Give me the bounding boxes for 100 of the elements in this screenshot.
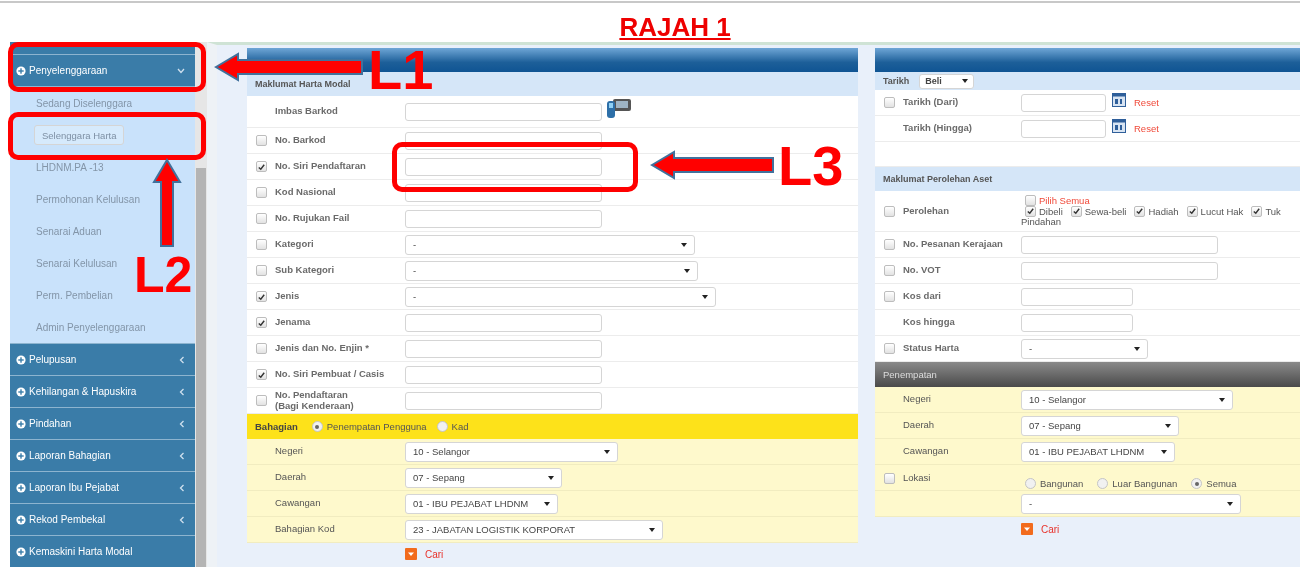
menu-item[interactable]: Perm. Pembelian (34, 287, 115, 303)
search-button[interactable]: Cari (405, 548, 444, 560)
checkbox[interactable] (255, 291, 267, 302)
select-all-link[interactable]: Pilih Semua (1039, 194, 1090, 206)
checkbox[interactable] (883, 343, 895, 354)
field-label: Status Harta (903, 343, 960, 354)
dropdown[interactable]: 01 - IBU PEJABAT LHDNM (1021, 441, 1175, 462)
field-label: Cawangan (903, 446, 950, 457)
callout-label: L3 (778, 138, 844, 194)
menu-item[interactable]: Selenggara Harta (34, 125, 125, 145)
radio-button[interactable] (1025, 478, 1036, 489)
menu-item[interactable]: Senarai Aduan (34, 223, 104, 239)
field-label: Tarikh (883, 76, 910, 86)
checkbox[interactable] (883, 239, 895, 250)
option-label: Bangunan (1040, 478, 1084, 489)
input-field[interactable] (1021, 287, 1133, 306)
caret-icon (544, 500, 550, 507)
caret-icon (1134, 345, 1140, 352)
checkbox[interactable] (255, 343, 267, 354)
dropdown[interactable]: 07 - Sepang (405, 467, 562, 488)
search-button[interactable]: Cari (1021, 523, 1060, 535)
menu-item[interactable]: Sedang Diselenggara (34, 95, 135, 111)
checkbox[interactable] (255, 369, 267, 380)
input-field[interactable] (405, 209, 602, 228)
checkbox[interactable] (883, 291, 895, 302)
checkbox[interactable] (255, 187, 267, 198)
caret-icon (684, 267, 690, 274)
checkbox[interactable] (255, 161, 267, 172)
barcode-scanner-icon[interactable] (606, 96, 632, 119)
circle-plus-icon (16, 546, 26, 557)
field-label: Lokasi (903, 473, 932, 484)
caret-icon (548, 474, 554, 481)
checkbox[interactable] (1025, 194, 1036, 206)
checkbox[interactable] (255, 395, 267, 406)
dropdown[interactable]: 07 - Sepang (1021, 415, 1179, 436)
input-field[interactable] (1021, 235, 1218, 254)
scrollbar[interactable] (195, 42, 207, 567)
calendar-icon[interactable] (1112, 93, 1126, 107)
calendar-icon[interactable] (1112, 119, 1126, 133)
caret-icon (681, 241, 687, 248)
checkbox[interactable] (1025, 205, 1036, 217)
checkbox[interactable] (255, 213, 267, 224)
caret-icon (1227, 500, 1233, 507)
field-label: Kos hingga (903, 317, 956, 328)
reset-link[interactable]: Reset (1134, 97, 1159, 108)
caret-icon (1161, 448, 1167, 455)
checkbox[interactable] (1186, 205, 1198, 217)
input-field[interactable] (405, 339, 602, 358)
input-field[interactable] (405, 365, 602, 384)
dropdown[interactable]: - (1021, 338, 1148, 359)
date-field[interactable] (1021, 119, 1106, 138)
checkbox[interactable] (255, 135, 267, 146)
checkbox[interactable] (883, 265, 895, 276)
option-label: Dibeli (1039, 205, 1063, 217)
date-field[interactable] (1021, 93, 1106, 112)
field-label: Tarikh (Hingga) (903, 123, 973, 134)
dropdown[interactable]: 01 - IBU PEJABAT LHDNM (405, 493, 558, 514)
field-label: Kod Nasional (275, 187, 337, 198)
dropdown[interactable]: - (405, 234, 695, 255)
checkbox[interactable] (1070, 205, 1082, 217)
input-field[interactable] (405, 157, 602, 176)
dropdown[interactable]: 10 - Selangor (1021, 389, 1233, 410)
radio-button[interactable] (311, 421, 323, 432)
menu-item[interactable]: Admin Penyelenggaraan (34, 319, 148, 335)
input-field[interactable] (1021, 313, 1133, 332)
checkbox[interactable] (255, 265, 267, 276)
dropdown[interactable]: 10 - Selangor (405, 441, 618, 462)
checkbox[interactable] (883, 473, 895, 484)
menu-item[interactable]: LHDNM.PA -13 (34, 159, 106, 175)
menu-item[interactable]: Senarai Kelulusan (34, 255, 120, 271)
checkbox[interactable] (1251, 205, 1263, 217)
input-field[interactable] (405, 391, 602, 410)
radio-button[interactable] (1097, 478, 1109, 489)
dropdown[interactable]: - (405, 286, 716, 307)
circle-plus-icon (16, 65, 26, 76)
reset-link[interactable]: Reset (1134, 123, 1159, 134)
input-field[interactable] (405, 102, 602, 121)
input-field[interactable] (405, 313, 602, 332)
checkbox[interactable] (883, 205, 895, 217)
option-label: Sewa-beli (1084, 205, 1127, 217)
dropdown[interactable]: 23 - JABATAN LOGISTIK KORPORAT (405, 519, 663, 540)
checkbox[interactable] (1134, 205, 1146, 217)
section-header: Bahagian (255, 421, 298, 432)
radio-button[interactable] (1191, 478, 1203, 489)
input-field[interactable] (1021, 261, 1218, 280)
option-label: Semua (1206, 478, 1237, 489)
checkbox[interactable] (255, 239, 267, 250)
dropdown[interactable]: Beli (919, 73, 975, 89)
menu-item[interactable]: Permohonan Kelulusan (34, 191, 142, 207)
field-label: Bahagian Kod (275, 524, 336, 535)
dropdown[interactable]: - (1021, 493, 1241, 514)
caret-icon (649, 526, 655, 533)
dropdown[interactable]: - (405, 260, 698, 281)
radio-button[interactable] (436, 421, 448, 432)
checkbox[interactable] (883, 97, 895, 108)
field-label: No. Rujukan Fail (275, 213, 351, 224)
circle-plus-icon (16, 386, 26, 397)
option-label: Luar Bangunan (1112, 478, 1178, 489)
checkbox[interactable] (255, 317, 267, 328)
field-label: No. Siri Pembuat / Casis (275, 369, 386, 380)
